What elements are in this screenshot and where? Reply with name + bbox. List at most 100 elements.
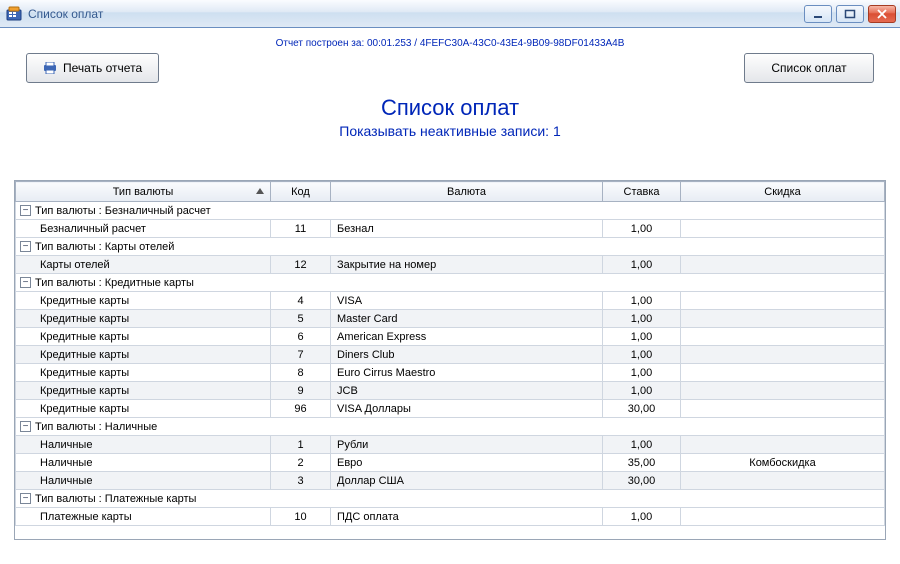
collapse-icon[interactable]: − [20, 277, 31, 288]
table-row[interactable]: Кредитные карты9JCB1,00 [16, 382, 885, 400]
cell-code: 10 [271, 508, 331, 526]
cell-code: 4 [271, 292, 331, 310]
table-row[interactable]: Кредитные карты96VISA Доллары30,00 [16, 400, 885, 418]
cell-type: Кредитные карты [16, 328, 271, 346]
cell-rate: 1,00 [603, 382, 681, 400]
subtitle-value: 1 [553, 123, 561, 139]
cell-currency: Diners Club [331, 346, 603, 364]
maximize-button[interactable] [836, 5, 864, 23]
cell-type: Наличные [16, 436, 271, 454]
cell-discount [681, 346, 885, 364]
cell-currency: Доллар США [331, 472, 603, 490]
report-meta-prefix: Отчет построен за: [276, 38, 365, 49]
cell-rate: 1,00 [603, 328, 681, 346]
cell-rate: 1,00 [603, 310, 681, 328]
cell-type: Платежные карты [16, 508, 271, 526]
cell-currency: American Express [331, 328, 603, 346]
table-row[interactable]: Наличные2Евро35,00Комбоскидка [16, 454, 885, 472]
cell-code: 8 [271, 364, 331, 382]
cell-rate: 30,00 [603, 400, 681, 418]
group-row[interactable]: −Тип валюты : Наличные [16, 418, 885, 436]
data-grid[interactable]: Тип валюты Код Валюта Ставка Скидка −Тип… [15, 181, 885, 526]
group-row[interactable]: −Тип валюты : Платежные карты [16, 490, 885, 508]
cell-discount [681, 382, 885, 400]
minimize-button[interactable] [804, 5, 832, 23]
collapse-icon[interactable]: − [20, 205, 31, 216]
cell-discount [681, 400, 885, 418]
cell-type: Кредитные карты [16, 292, 271, 310]
cell-rate: 1,00 [603, 346, 681, 364]
cell-code: 1 [271, 436, 331, 454]
cell-currency: VISA Доллары [331, 400, 603, 418]
cell-discount [681, 256, 885, 274]
cell-currency: Рубли [331, 436, 603, 454]
cell-rate: 1,00 [603, 508, 681, 526]
header-row: Тип валюты Код Валюта Ставка Скидка [16, 182, 885, 202]
collapse-icon[interactable]: − [20, 421, 31, 432]
cell-type: Кредитные карты [16, 364, 271, 382]
print-report-button[interactable]: Печать отчета [26, 53, 159, 83]
col-discount[interactable]: Скидка [681, 182, 885, 202]
cell-discount [681, 220, 885, 238]
group-label: Тип валюты : Платежные карты [35, 493, 196, 505]
table-row[interactable]: Платежные карты10ПДС оплата1,00 [16, 508, 885, 526]
cell-code: 6 [271, 328, 331, 346]
cell-type: Кредитные карты [16, 310, 271, 328]
col-currency[interactable]: Валюта [331, 182, 603, 202]
cell-type: Наличные [16, 454, 271, 472]
cell-type: Карты отелей [16, 256, 271, 274]
col-rate[interactable]: Ставка [603, 182, 681, 202]
cell-rate: 1,00 [603, 364, 681, 382]
cell-code: 2 [271, 454, 331, 472]
cell-discount: Комбоскидка [681, 454, 885, 472]
data-grid-container: Тип валюты Код Валюта Ставка Скидка −Тип… [14, 180, 886, 540]
group-label: Тип валюты : Наличные [35, 421, 157, 433]
col-currency-type[interactable]: Тип валюты [16, 182, 271, 202]
cell-rate: 1,00 [603, 220, 681, 238]
window-titlebar: Список оплат [0, 0, 900, 28]
print-report-label: Печать отчета [63, 61, 142, 75]
col-currency-type-label: Тип валюты [113, 186, 174, 198]
cell-currency: JCB [331, 382, 603, 400]
close-button[interactable] [868, 5, 896, 23]
sort-asc-icon [256, 188, 264, 194]
cell-currency: ПДС оплата [331, 508, 603, 526]
cell-rate: 1,00 [603, 256, 681, 274]
cell-type: Кредитные карты [16, 382, 271, 400]
page-title: Список оплат [14, 95, 886, 121]
cell-rate: 30,00 [603, 472, 681, 490]
cell-code: 12 [271, 256, 331, 274]
table-row[interactable]: Кредитные карты4VISA1,00 [16, 292, 885, 310]
cell-code: 96 [271, 400, 331, 418]
table-row[interactable]: Наличные3Доллар США30,00 [16, 472, 885, 490]
col-code[interactable]: Код [271, 182, 331, 202]
group-label: Тип валюты : Безналичный расчет [35, 205, 211, 217]
cell-discount [681, 310, 885, 328]
collapse-icon[interactable]: − [20, 493, 31, 504]
table-row[interactable]: Безналичный расчет11Безнал1,00 [16, 220, 885, 238]
cell-discount [681, 292, 885, 310]
cell-currency: Master Card [331, 310, 603, 328]
collapse-icon[interactable]: − [20, 241, 31, 252]
payment-list-button[interactable]: Список оплат [744, 53, 874, 83]
group-row[interactable]: −Тип валюты : Кредитные карты [16, 274, 885, 292]
subtitle-prefix: Показывать неактивные записи: [339, 123, 549, 139]
table-row[interactable]: Кредитные карты5Master Card1,00 [16, 310, 885, 328]
cell-code: 9 [271, 382, 331, 400]
cell-discount [681, 328, 885, 346]
group-row[interactable]: −Тип валюты : Карты отелей [16, 238, 885, 256]
table-row[interactable]: Кредитные карты8Euro Cirrus Maestro1,00 [16, 364, 885, 382]
payment-list-label: Список оплат [771, 61, 846, 75]
group-row[interactable]: −Тип валюты : Безналичный расчет [16, 202, 885, 220]
cell-type: Кредитные карты [16, 400, 271, 418]
table-row[interactable]: Наличные1Рубли1,00 [16, 436, 885, 454]
cell-currency: Euro Cirrus Maestro [331, 364, 603, 382]
table-row[interactable]: Кредитные карты7Diners Club1,00 [16, 346, 885, 364]
table-row[interactable]: Карты отелей12Закрытие на номер1,00 [16, 256, 885, 274]
cell-discount [681, 472, 885, 490]
cell-discount [681, 364, 885, 382]
cell-type: Кредитные карты [16, 346, 271, 364]
table-row[interactable]: Кредитные карты6American Express1,00 [16, 328, 885, 346]
cell-type: Наличные [16, 472, 271, 490]
window-title: Список оплат [28, 7, 804, 21]
